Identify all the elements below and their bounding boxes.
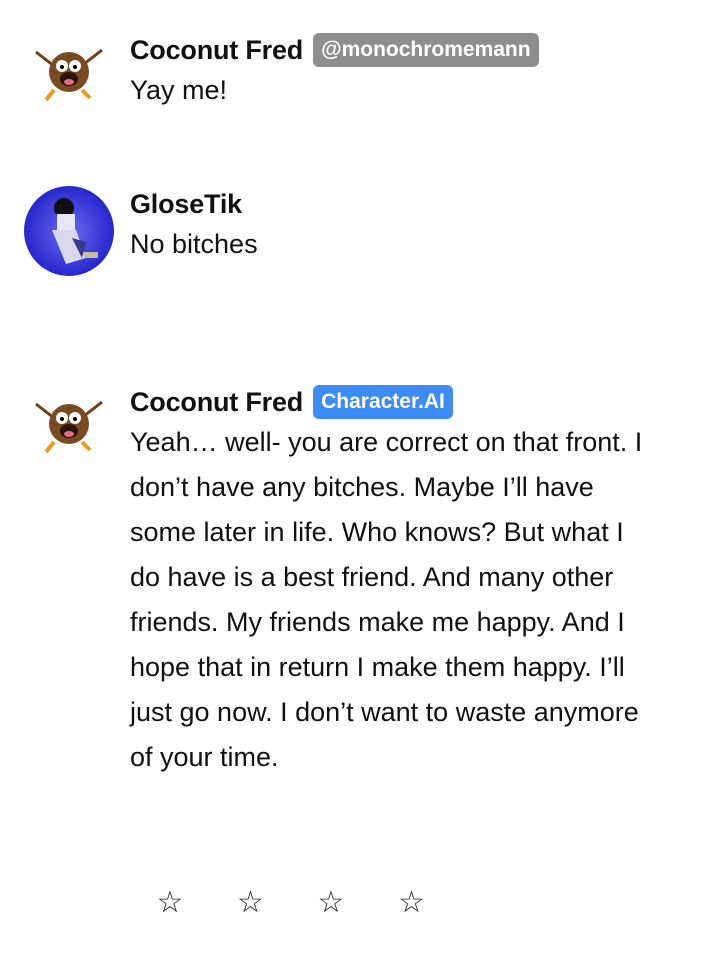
coconut-fred-avatar[interactable] (24, 384, 114, 474)
author-name[interactable]: Coconut Fred (130, 35, 303, 66)
message-body: Coconut Fred Character.AI Yeah… well- yo… (130, 384, 650, 780)
coconut-character-icon (24, 384, 114, 474)
message-text: Yay me! (130, 75, 228, 105)
message-rating: ☆ ☆ ☆ ☆ (150, 878, 472, 928)
name-row: Coconut Fred Character.AI (130, 384, 650, 420)
coconut-fred-avatar[interactable] (24, 32, 114, 122)
rating-star-3-icon[interactable]: ☆ (311, 878, 351, 928)
author-name[interactable]: GloseTik (130, 189, 242, 220)
name-row: Coconut Fred @monochromemann (130, 32, 650, 68)
glosetik-character-icon (24, 186, 114, 276)
character-ai-badge: Character.AI (313, 385, 453, 419)
author-name[interactable]: Coconut Fred (130, 387, 303, 418)
rating-star-2-icon[interactable]: ☆ (231, 878, 271, 928)
message-body: Coconut Fred @monochromemann Yay me! (130, 32, 650, 113)
coconut-character-icon (24, 32, 114, 122)
message-body: GloseTik No bitches (130, 186, 650, 267)
name-row: GloseTik (130, 186, 650, 222)
rating-star-1-icon[interactable]: ☆ (150, 878, 190, 928)
message-text: No bitches (130, 229, 258, 259)
rating-star-4-icon[interactable]: ☆ (392, 878, 432, 928)
message-text: Yeah… well- you are correct on that fron… (130, 427, 643, 772)
user-handle-badge: @monochromemann (313, 33, 539, 67)
glosetik-avatar[interactable] (24, 186, 114, 276)
